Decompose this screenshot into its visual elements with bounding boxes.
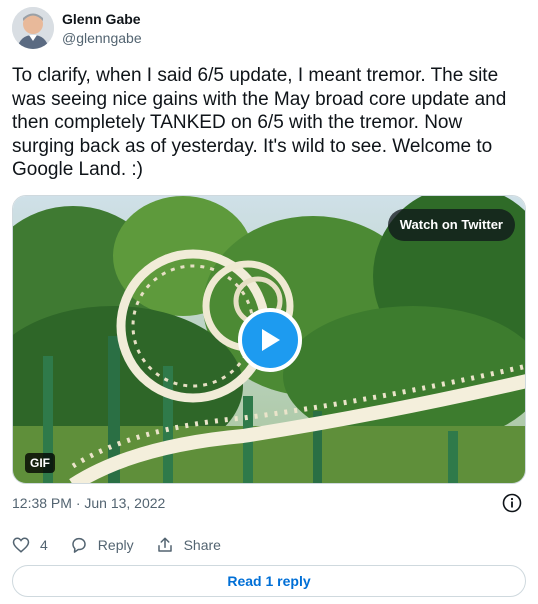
share-label: Share (183, 537, 221, 553)
like-button[interactable]: 4 (12, 536, 48, 554)
author-name[interactable]: Glenn Gabe (62, 10, 142, 28)
like-count: 4 (40, 537, 48, 553)
author-names: Glenn Gabe @glenngabe (62, 10, 142, 47)
avatar[interactable] (12, 7, 54, 49)
reply-label: Reply (97, 537, 134, 553)
read-replies-button[interactable]: Read 1 reply (12, 565, 526, 597)
play-icon (262, 329, 280, 351)
tweet-text: To clarify, when I said 6/5 update, I me… (12, 65, 507, 180)
play-button[interactable] (238, 308, 302, 372)
tweet-card: Glenn Gabe @glenngabe To clarify, when I… (0, 0, 538, 604)
gif-badge: GIF (25, 453, 55, 473)
tweet-header: Glenn Gabe @glenngabe (12, 6, 142, 50)
heart-icon (12, 537, 30, 553)
share-icon (157, 537, 172, 552)
media-gif[interactable]: Watch on Twitter GIF (12, 195, 526, 484)
tweet-actions: 4 Reply Share (12, 533, 243, 557)
author-handle[interactable]: @glenngabe (62, 29, 142, 47)
watch-on-twitter-button[interactable]: Watch on Twitter (387, 209, 515, 241)
info-icon[interactable] (502, 493, 522, 513)
reply-button[interactable]: Reply (70, 536, 134, 554)
reply-icon (72, 537, 86, 553)
share-button[interactable]: Share (156, 536, 221, 554)
avatar-photo-icon (12, 7, 54, 49)
tweet-timestamp[interactable]: 12:38 PM · Jun 13, 2022 (12, 493, 165, 513)
